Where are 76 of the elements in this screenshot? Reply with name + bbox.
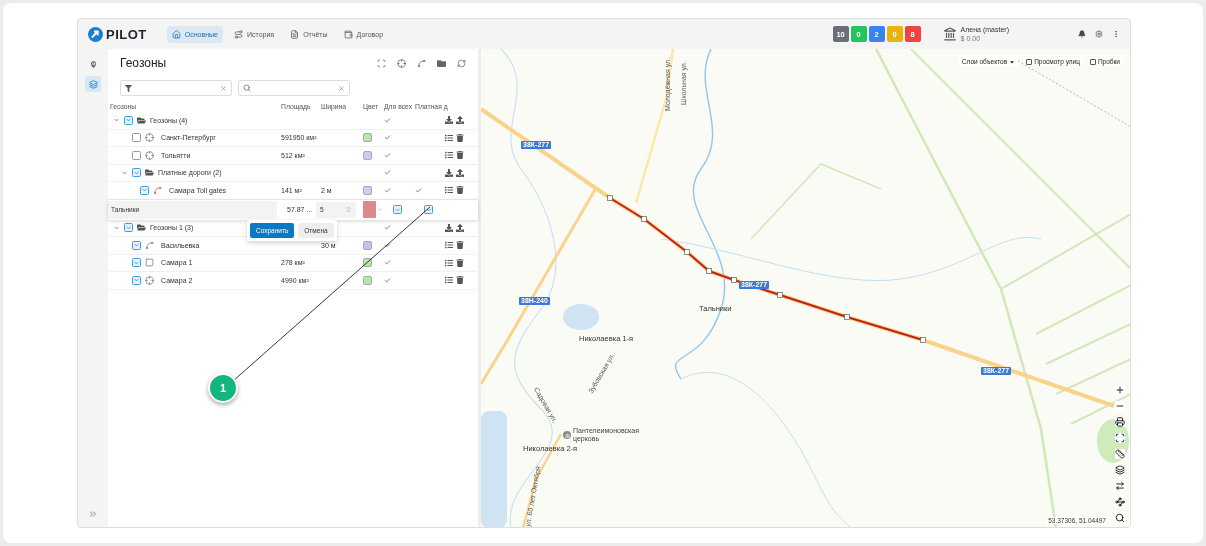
- list-icon[interactable]: [445, 241, 453, 250]
- checkbox[interactable]: [132, 133, 141, 143]
- checkbox[interactable]: [124, 115, 133, 125]
- checkbox[interactable]: [393, 205, 402, 214]
- circle-icon: [145, 133, 154, 143]
- color-picker[interactable]: [363, 201, 376, 218]
- checkbox[interactable]: [423, 205, 433, 214]
- circle-icon: [145, 150, 154, 160]
- checkbox[interactable]: [124, 223, 133, 233]
- refresh-icon[interactable]: [457, 58, 466, 68]
- settings-icon[interactable]: [1095, 30, 1103, 38]
- checkbox[interactable]: [132, 168, 141, 178]
- list-icon[interactable]: [445, 151, 453, 160]
- checkbox[interactable]: [132, 258, 141, 268]
- checkbox[interactable]: [1089, 58, 1096, 65]
- filter-field[interactable]: [120, 80, 232, 96]
- search-icon: [243, 84, 251, 92]
- checkbox[interactable]: [1026, 58, 1033, 65]
- checkbox[interactable]: [140, 185, 149, 195]
- caret-icon: [1009, 58, 1016, 65]
- panel-title: Геозоны: [120, 56, 167, 70]
- trash-icon[interactable]: [456, 151, 464, 160]
- circle-icon[interactable]: [397, 58, 406, 68]
- checkbox[interactable]: [132, 150, 141, 160]
- trash-icon[interactable]: [456, 241, 464, 250]
- search-icon[interactable]: [1115, 513, 1125, 523]
- circle-icon: [145, 275, 154, 285]
- waypoints-icon[interactable]: [1115, 497, 1125, 507]
- folder-icon: [145, 168, 154, 178]
- zoom-out-icon[interactable]: [1115, 401, 1125, 411]
- polyline-icon: [153, 185, 162, 195]
- layers-icon: [88, 79, 98, 89]
- church-icon: [563, 431, 571, 440]
- route-icon: [234, 29, 243, 39]
- expand-toggle[interactable]: [121, 168, 128, 177]
- layers-icon[interactable]: [1115, 465, 1125, 475]
- folder-icon[interactable]: [437, 58, 446, 68]
- home-icon: [171, 29, 181, 39]
- download-icon[interactable]: [445, 116, 453, 125]
- logo-icon: [88, 26, 103, 42]
- logo-text: PILOT: [106, 26, 147, 42]
- building-icon: [942, 27, 957, 41]
- trash-icon[interactable]: [456, 276, 464, 285]
- wallet-icon: [343, 29, 353, 39]
- document-icon: [290, 29, 300, 39]
- bell-icon[interactable]: [1078, 30, 1086, 38]
- checkbox[interactable]: [132, 240, 141, 250]
- layers-button[interactable]: [85, 76, 101, 92]
- search-field[interactable]: [238, 80, 350, 96]
- trash-icon[interactable]: [456, 258, 464, 267]
- folder-icon: [137, 115, 146, 125]
- trash-icon[interactable]: [456, 133, 464, 142]
- list-icon[interactable]: [445, 133, 453, 142]
- zoom-in-icon[interactable]: [1115, 385, 1125, 395]
- more-icon[interactable]: [1112, 30, 1120, 38]
- download-icon[interactable]: [445, 168, 453, 177]
- expand-toggle[interactable]: [113, 223, 120, 232]
- arrows-icon[interactable]: [1115, 481, 1125, 491]
- polyline-icon: [145, 240, 154, 250]
- filter-icon: [125, 84, 132, 92]
- download-icon[interactable]: [445, 223, 453, 232]
- folder-icon: [137, 223, 146, 233]
- upload-icon[interactable]: [456, 116, 464, 125]
- printer-icon[interactable]: [1115, 417, 1125, 427]
- ruler-icon[interactable]: [1115, 449, 1125, 459]
- polygon-icon: [145, 258, 154, 268]
- frame-icon[interactable]: [1115, 433, 1125, 443]
- polyline-icon[interactable]: [417, 58, 426, 68]
- upload-icon[interactable]: [456, 168, 464, 177]
- upload-icon[interactable]: [456, 223, 464, 232]
- map-pin-icon: [88, 59, 98, 69]
- list-icon[interactable]: [445, 258, 453, 267]
- checkbox[interactable]: [132, 275, 141, 285]
- list-icon[interactable]: [445, 186, 453, 195]
- trash-icon[interactable]: [456, 186, 464, 195]
- list-icon[interactable]: [445, 276, 453, 285]
